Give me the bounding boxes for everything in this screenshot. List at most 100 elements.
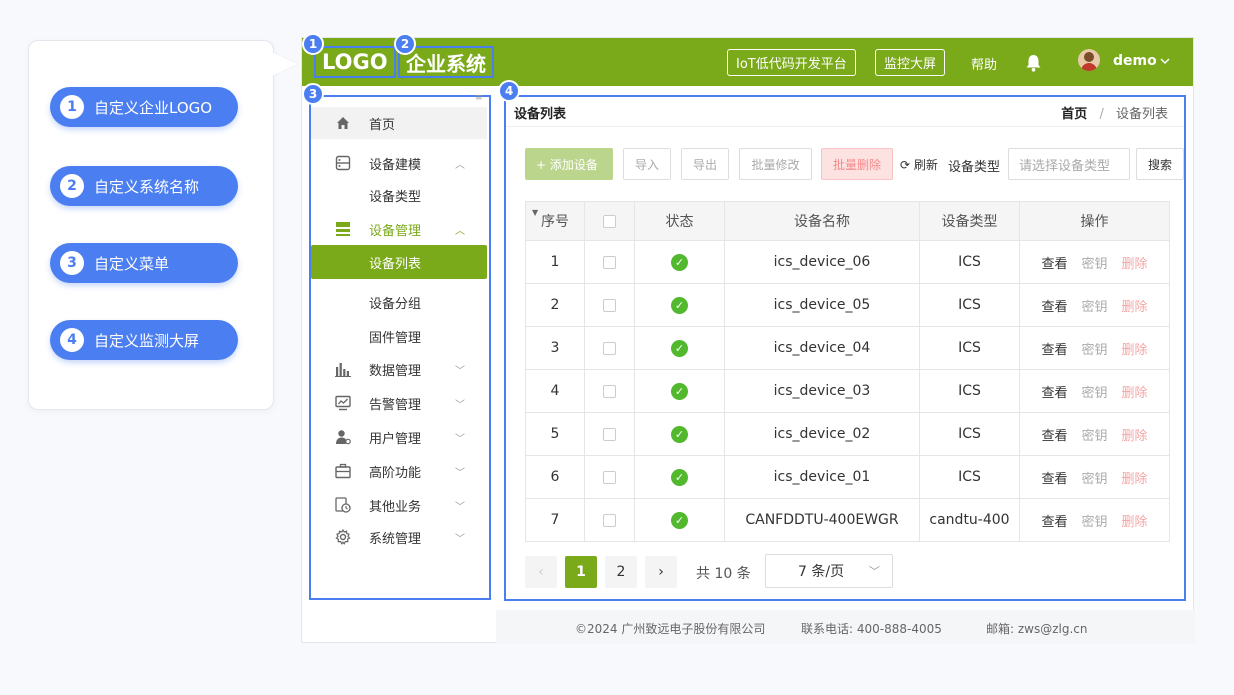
sidebar-item-system-management[interactable]: 系统管理 ﹀ [311,521,487,553]
sort-caret-icon[interactable]: ▼ [532,208,538,217]
table-row: 4 ✓ ics_device_03 ICS 查看 密钥 删除 [525,369,1170,413]
cell-status: ✓ [634,240,725,284]
sidebar-item-other-business[interactable]: 其他业务 ﹀ [311,489,487,521]
user-name[interactable]: demo [1113,53,1157,69]
view-button[interactable]: 查看 [1041,472,1067,487]
sidebar-subitem-device-list[interactable]: 设备列表 [311,245,487,279]
cell-actions: 查看 密钥 删除 [1019,240,1170,284]
key-button[interactable]: 密钥 [1081,386,1107,401]
search-button[interactable]: 搜索 [1136,148,1184,180]
next-page-button[interactable]: › [645,556,677,588]
row-checkbox[interactable] [603,427,616,441]
view-button[interactable]: 查看 [1041,429,1067,444]
breadcrumb-current: 设备列表 [1115,107,1168,122]
export-button[interactable]: 导出 [681,148,729,180]
column-header-select[interactable] [584,201,635,241]
delete-button[interactable]: 删除 [1122,386,1148,401]
row-checkbox[interactable] [603,255,616,269]
sidebar-item-modeling[interactable]: 设备建模 ︿ [311,147,487,179]
chevron-down-icon: ﹀ [455,365,465,377]
add-device-button[interactable]: + 添加设备 [525,148,613,180]
delete-button[interactable]: 删除 [1122,515,1148,530]
refresh-button[interactable]: ⟳ 刷新 [900,156,938,173]
online-check-icon: ✓ [671,253,688,271]
cell-select[interactable] [584,326,635,370]
cell-select[interactable] [584,412,635,456]
callout-logo: 1 自定义企业LOGO [50,87,238,127]
delete-button[interactable]: 删除 [1122,343,1148,358]
cell-select[interactable] [584,240,635,284]
help-link[interactable]: 帮助 [971,54,997,73]
sidebar-subitem-device-group[interactable]: 设备分组 [369,290,421,314]
key-button[interactable]: 密钥 [1081,257,1107,272]
view-button[interactable]: 查看 [1041,343,1067,358]
sidebar-item-data-management[interactable]: 数据管理 ﹀ [311,353,487,385]
table-row: 3 ✓ ics_device_04 ICS 查看 密钥 删除 [525,326,1170,370]
chevron-up-icon: ︿ [455,159,465,171]
prev-page-button[interactable]: ‹ [525,556,557,588]
sidebar-item-user-management[interactable]: 用户管理 ﹀ [311,421,487,453]
sidebar-item-alarm-management[interactable]: 告警管理 ﹀ [311,387,487,419]
chevron-down-icon: ﹀ [455,467,465,479]
sidebar-item-label: 设备建模 [369,157,422,173]
delete-button[interactable]: 删除 [1122,429,1148,444]
monitor-screen-button[interactable]: 监控大屏 [875,49,946,76]
iot-platform-button[interactable]: IoT低代码开发平台 [727,49,856,76]
row-checkbox[interactable] [603,298,616,312]
chevron-down-icon[interactable] [1160,58,1170,65]
sidebar-item-advanced[interactable]: 高阶功能 ﹀ [311,455,487,487]
page-size-select[interactable]: 7 条/页 ﹀ [765,554,893,588]
view-button[interactable]: 查看 [1041,257,1067,272]
cell-device-name: ics_device_06 [724,240,920,284]
cell-select[interactable] [584,283,635,327]
row-checkbox[interactable] [603,513,616,527]
key-button[interactable]: 密钥 [1081,472,1107,487]
page-button-2[interactable]: 2 [605,556,637,588]
device-type-select[interactable]: 请选择设备类型 [1008,148,1130,180]
sidebar-item-label: 高阶功能 [369,465,422,481]
row-checkbox[interactable] [603,470,616,484]
cell-select[interactable] [584,455,635,499]
sidebar-subitem-device-type[interactable]: 设备类型 [369,183,421,207]
key-button[interactable]: 密钥 [1081,515,1107,530]
online-check-icon: ✓ [671,339,688,357]
callout-label: 自定义系统名称 [94,177,200,196]
sidebar-subitem-firmware[interactable]: 固件管理 [369,324,421,348]
collapse-icon[interactable]: ≡ [475,93,483,103]
cell-index: 7 [525,498,585,542]
row-checkbox[interactable] [603,341,616,355]
user-avatar[interactable] [1078,49,1100,71]
select-all-checkbox[interactable] [603,214,616,228]
column-header-index[interactable]: ▼ 序号 [525,201,585,241]
delete-button[interactable]: 删除 [1122,472,1148,487]
cell-index: 2 [525,283,585,327]
view-button[interactable]: 查看 [1041,515,1067,530]
sidebar-item-device-management[interactable]: 设备管理 ︿ [311,213,487,245]
row-checkbox[interactable] [603,384,616,398]
import-button[interactable]: 导入 [623,148,671,180]
page-button-1[interactable]: 1 [565,556,597,588]
key-button[interactable]: 密钥 [1081,300,1107,315]
delete-button[interactable]: 删除 [1122,300,1148,315]
batch-edit-button[interactable]: 批量修改 [739,148,812,180]
table-row: 7 ✓ CANFDDTU-400EWGR candtu-400 查看 密钥 删除 [525,498,1170,542]
batch-delete-button[interactable]: 批量删除 [821,148,893,180]
notification-bell-icon[interactable] [1025,54,1042,72]
sidebar-item-home[interactable]: 首页 [311,107,487,139]
delete-button[interactable]: 删除 [1122,257,1148,272]
cell-status: ✓ [634,326,725,370]
key-button[interactable]: 密钥 [1081,343,1107,358]
cell-device-name: ics_device_05 [724,283,920,327]
table-row: 6 ✓ ics_device_01 ICS 查看 密钥 删除 [525,455,1170,499]
view-button[interactable]: 查看 [1041,300,1067,315]
table-header-row: ▼ 序号 状态 设备名称 设备类型 操作 [525,201,1170,241]
footer: ©2024 广州致远电子股份有限公司 联系电话: 400-888-4005 邮箱… [496,610,1195,644]
breadcrumb-home[interactable]: 首页 [1061,107,1087,122]
company-logo[interactable]: LOGO [314,46,396,78]
cell-select[interactable] [584,369,635,413]
table-row: 1 ✓ ics_device_06 ICS 查看 密钥 删除 [525,240,1170,284]
view-button[interactable]: 查看 [1041,386,1067,401]
cell-select[interactable] [584,498,635,542]
cell-device-name: CANFDDTU-400EWGR [724,498,920,542]
key-button[interactable]: 密钥 [1081,429,1107,444]
